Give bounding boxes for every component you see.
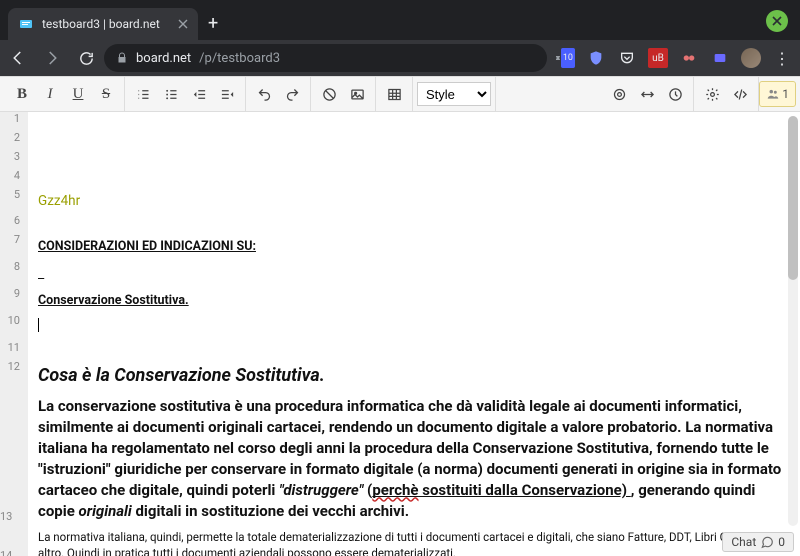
line-number: 1 (0, 112, 28, 131)
browser-menu-icon[interactable]: ⋮ (772, 48, 792, 68)
line-number: 14 (0, 526, 28, 556)
browser-tab-bar: testboard3 | board.net + (0, 0, 800, 40)
ordered-list-icon[interactable] (129, 80, 157, 108)
chat-label: Chat (731, 535, 756, 549)
reload-button-icon[interactable] (76, 48, 96, 68)
embed-icon[interactable] (726, 80, 754, 108)
text-cursor[interactable] (28, 314, 800, 341)
extension-icon-2[interactable] (679, 48, 699, 68)
indent-icon[interactable] (213, 80, 241, 108)
ublock-icon[interactable]: uB (648, 48, 668, 68)
line-number: 12 (0, 360, 28, 392)
line-number: 13 (0, 392, 28, 526)
editor-scrollbar[interactable] (788, 116, 798, 526)
chat-button[interactable]: Chat 0 (722, 532, 794, 552)
line-number: 10 (0, 314, 28, 341)
timeslider-icon[interactable] (605, 80, 633, 108)
line-number: 4 (0, 169, 28, 188)
tab-close-icon[interactable] (178, 19, 188, 29)
tab-favicon (18, 16, 34, 32)
line-number: 3 (0, 150, 28, 169)
line-number: 5 (0, 188, 28, 214)
pocket-icon[interactable] (617, 48, 637, 68)
insert-table-icon[interactable] (380, 80, 408, 108)
settings-icon[interactable] (698, 80, 726, 108)
browser-tab[interactable]: testboard3 | board.net (8, 8, 198, 40)
line-number: 9 (0, 287, 28, 314)
url-path: /p/testboard3 (199, 51, 280, 66)
lock-icon (116, 52, 128, 64)
italic-button[interactable]: I (36, 80, 64, 108)
style-select[interactable]: Style (417, 82, 491, 106)
url-host: board.net (136, 51, 191, 66)
browser-address-bar: board.net/p/testboard3 10 uB ⋮ (0, 40, 800, 76)
scrollbar-thumb[interactable] (788, 116, 798, 280)
saved-revisions-icon[interactable] (661, 80, 689, 108)
strikethrough-button[interactable]: S (92, 80, 120, 108)
underline-button[interactable]: U (64, 80, 92, 108)
tab-title: testboard3 | board.net (42, 17, 170, 31)
new-tab-button[interactable]: + (198, 7, 228, 40)
import-export-icon[interactable] (633, 80, 661, 108)
paragraph-small[interactable]: La normativa italiana, quindi, permette … (38, 530, 790, 556)
undo-icon[interactable] (250, 80, 278, 108)
line-number: 11 (0, 341, 28, 360)
chat-count: 0 (778, 535, 785, 549)
url-box[interactable]: board.net/p/testboard3 (104, 44, 547, 72)
unordered-list-icon[interactable] (157, 80, 185, 108)
insert-image-icon[interactable] (343, 80, 371, 108)
redo-icon[interactable] (278, 80, 306, 108)
profile-avatar[interactable] (741, 48, 761, 68)
forward-button-icon[interactable] (42, 48, 62, 68)
paragraph-title[interactable]: Cosa è la Conservazione Sostitutiva. (38, 364, 790, 388)
editor-toolbar: B I U S Style (0, 76, 800, 112)
line-number: 2 (0, 131, 28, 150)
back-button-icon[interactable] (8, 48, 28, 68)
users-online-button[interactable]: 1 (759, 81, 796, 107)
line-number: 8 (0, 260, 28, 287)
clear-formatting-icon[interactable] (315, 80, 343, 108)
section-subheading[interactable]: Conservazione Sostitutiva. (38, 293, 189, 308)
line-number: 7 (0, 233, 28, 260)
bold-button[interactable]: B (8, 80, 36, 108)
outdent-icon[interactable] (185, 80, 213, 108)
author-tag: Gzz4hr (38, 193, 80, 209)
extension-icon-3[interactable] (710, 48, 730, 68)
section-heading[interactable]: CONSIDERAZIONI ED INDICAZIONI SU: (38, 239, 256, 254)
line-number: 6 (0, 214, 28, 233)
users-count: 1 (782, 87, 789, 101)
extension-icon[interactable]: 10 (555, 48, 575, 68)
paragraph-body[interactable]: La conservazione sostitutiva è una proce… (38, 396, 790, 522)
shield-icon[interactable] (586, 48, 606, 68)
window-close-button[interactable] (766, 10, 788, 32)
